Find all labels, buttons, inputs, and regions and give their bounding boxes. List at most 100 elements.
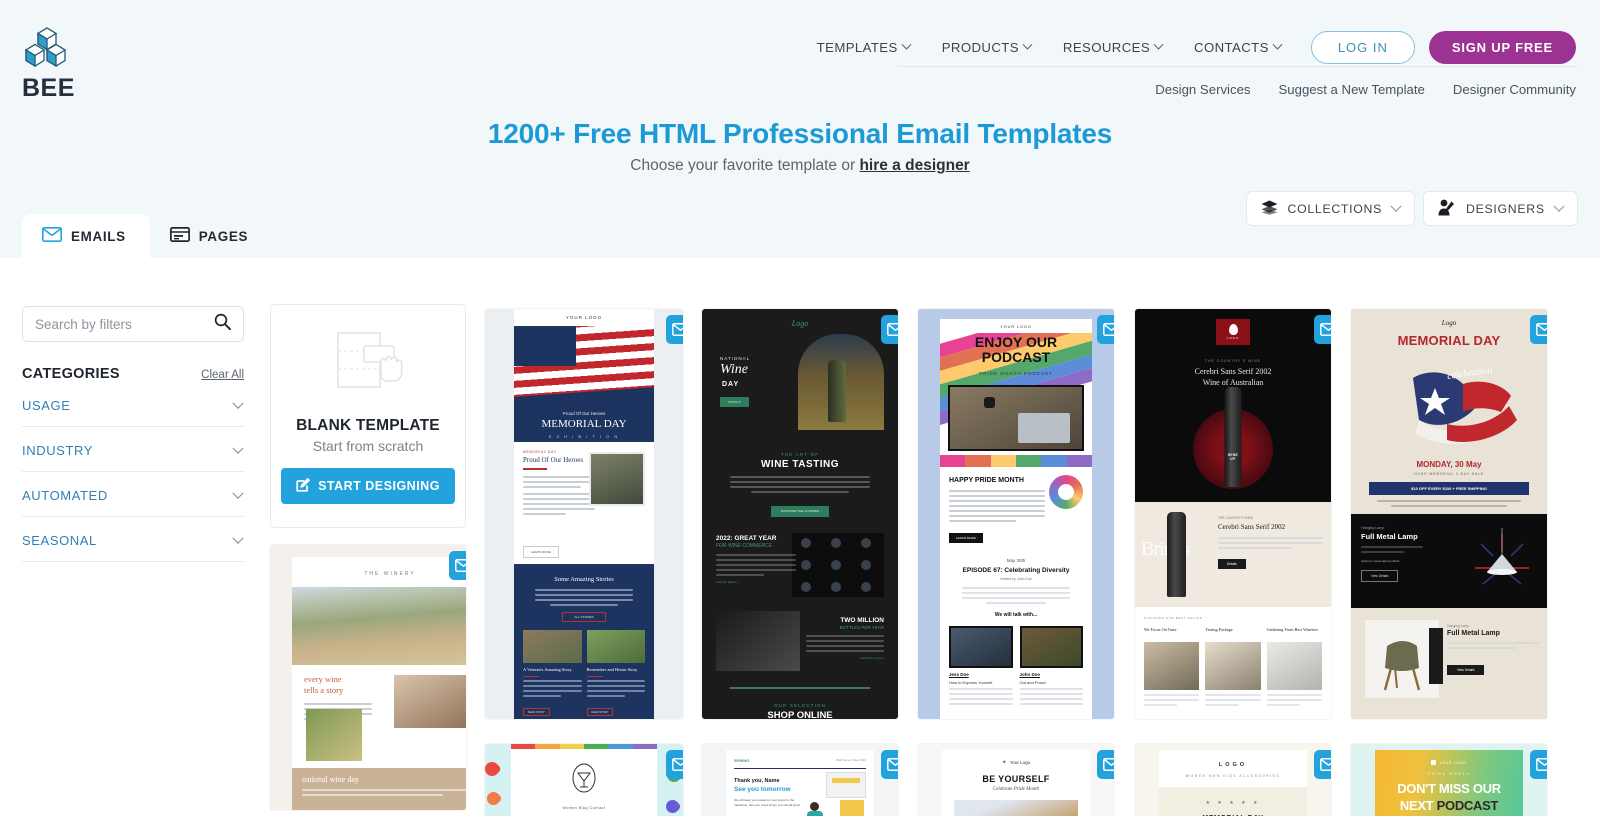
nextpodcast-kicker: PRIDE MONTH [1427, 772, 1471, 776]
email-type-badge[interactable] [881, 750, 898, 779]
start-designing-button[interactable]: START DESIGNING [281, 467, 455, 504]
memorial-story2-button[interactable]: READ STORY [586, 708, 614, 717]
header-divider [898, 66, 1578, 67]
nav-resources[interactable]: RESOURCES [1047, 34, 1178, 61]
template-card-cerebri-wine[interactable]: LOGO THE COUNTRY'S WINE Cerebri Sans Ser… [1135, 309, 1331, 719]
email-type-badge[interactable] [1530, 750, 1547, 779]
hearts-nav: Women Blog Contact [562, 806, 606, 810]
wine-hero-button[interactable]: TASTE IT [720, 397, 749, 407]
drag-drop-icon [331, 329, 405, 395]
nextpodcast-logo: YOUR LOGO [1439, 760, 1467, 765]
filter-seasonal[interactable]: SEASONAL [22, 517, 244, 562]
collections-label: COLLECTIONS [1287, 201, 1382, 216]
filter-automated[interactable]: AUTOMATED [22, 472, 244, 517]
wine-art-button[interactable]: DISCOVER THE COURSES [770, 505, 830, 517]
wine-year-link[interactable]: read the article » [716, 580, 796, 584]
filter-automated-label: AUTOMATED [22, 488, 108, 503]
chevron-down-icon [1553, 200, 1565, 212]
tab-pages-label: PAGES [198, 228, 249, 244]
cerebri-card1-image [1144, 642, 1200, 690]
cerebri-prod-kicker: THE COUNTRY'S WINE [1218, 516, 1253, 520]
store-nav: WOMEN MEN KIDS ACCESSORIES [1185, 774, 1281, 778]
cerebri-card3-image [1266, 642, 1322, 690]
wine-million-title: TWO MILLION [840, 617, 884, 624]
template-card-winery[interactable]: THE WINERY every wine tells a story nati… [270, 545, 466, 810]
link-designer-community[interactable]: Designer Community [1453, 82, 1576, 97]
winery-band: national wine day [292, 768, 466, 810]
brand-name: BEE [22, 74, 75, 102]
wine-script: Wine [720, 362, 748, 377]
nav-products[interactable]: PRODUCTS [926, 34, 1047, 61]
chevron-down-icon [1272, 39, 1283, 50]
template-card-pride-hearts[interactable]: Women Blog Contact [485, 744, 683, 816]
webinar-meta: R&D News | May 2022 [835, 758, 866, 762]
nav-templates-label: TEMPLATES [816, 40, 898, 55]
nav-templates[interactable]: TEMPLATES [801, 34, 926, 61]
cerebri-hero: LOGO THE COUNTRY'S WINE Cerebri Sans Ser… [1135, 309, 1331, 502]
lamp-sale-badge: $10 OFF EVERY $100 + FREE SHIPPING [1369, 482, 1529, 495]
podcast-guest1-sub: How to Express Yourself [949, 679, 993, 685]
search-filters-box[interactable] [22, 306, 244, 342]
lamp-hero: Logo MEMORIAL DAY celebration MONDAY, 30… [1351, 309, 1547, 514]
email-type-badge[interactable] [1530, 315, 1547, 344]
collections-dropdown[interactable]: COLLECTIONS [1245, 191, 1415, 226]
filter-industry[interactable]: INDUSTRY [22, 427, 244, 472]
cerebri-prod-button[interactable]: Details [1218, 558, 1246, 569]
blank-template-card[interactable]: BLANK TEMPLATE Start from scratch START … [270, 304, 466, 528]
search-input[interactable] [35, 316, 214, 332]
email-type-badge[interactable] [1314, 750, 1331, 779]
signup-button[interactable]: SIGN UP FREE [1428, 31, 1576, 64]
email-type-badge[interactable] [666, 750, 683, 779]
wine-year-image [792, 533, 884, 597]
email-type-badge[interactable] [666, 315, 683, 344]
memorial-story1-button[interactable]: READ STORY [523, 708, 550, 717]
page-title: 1200+ Free HTML Professional Email Templ… [487, 118, 1113, 149]
template-card-be-yourself[interactable]: ✦ Your Logo BE YOURSELF Celebrate Pride … [918, 744, 1114, 816]
clear-all-link[interactable]: Clear All [201, 369, 244, 381]
chevron-down-icon [901, 39, 912, 50]
memorial-story2-image [586, 630, 645, 663]
hire-designer-link[interactable]: hire a designer [859, 157, 969, 174]
template-card-pride-podcast[interactable]: YOUR LOGO ENJOY OUR PODCAST PRIDE MONTH … [918, 309, 1114, 719]
wine-million-link[interactable]: watch the movie » [806, 656, 884, 660]
filters-sidebar: CATEGORIES Clear All USAGE INDUSTRY AUTO… [22, 306, 244, 562]
link-design-services[interactable]: Design Services [1155, 82, 1250, 97]
beyourself-title: BE YOURSELF [982, 774, 1050, 784]
memorial-kicker: Proud Of Our Heroes [562, 411, 606, 416]
memorial-learn-more[interactable]: LEARN MORE [523, 546, 559, 558]
template-card-memorial-store[interactable]: LOGO WOMEN MEN KIDS ACCESSORIES ★ ★ ★ ★ … [1135, 744, 1331, 816]
email-type-badge[interactable] [1314, 315, 1331, 344]
email-type-badge[interactable] [449, 551, 466, 580]
beyourself-image [954, 800, 1078, 816]
login-button[interactable]: LOG IN [1310, 31, 1415, 64]
email-type-badge[interactable] [881, 315, 898, 344]
tab-pages[interactable]: PAGES [150, 214, 272, 260]
memorial-all-stories[interactable]: ALL STORIES [562, 612, 606, 622]
brand-logo[interactable]: BEE [22, 26, 92, 103]
wine-day: DAY [722, 381, 740, 388]
email-type-badge[interactable] [1097, 315, 1114, 344]
winery-band-title: national wine day [302, 775, 359, 784]
template-card-national-wine-day[interactable]: Logo NATIONAL Wine DAY TASTE IT THE ART … [702, 309, 898, 719]
tab-emails[interactable]: EMAILS [22, 214, 150, 260]
designers-dropdown[interactable]: DESIGNERS [1423, 191, 1578, 226]
link-suggest-template[interactable]: Suggest a New Template [1279, 82, 1425, 97]
lamp-prod2-button[interactable]: View Details [1447, 665, 1485, 675]
lamp-prod-button[interactable]: View Details [1361, 570, 1399, 582]
nav-contacts[interactable]: CONTACTS [1178, 34, 1297, 61]
template-card-memorial-exhibition[interactable]: YOUR LOGO Proud Of Our Heroes MEMORIAL D… [485, 309, 683, 719]
template-card-thank-you-webinar[interactable]: SPRING R&D News | May 2022 Thank you, Na… [702, 744, 898, 816]
podcast-pride-button[interactable]: LEARN MORE [949, 532, 983, 543]
search-icon[interactable] [214, 313, 231, 335]
memorial-story2-title: Remember and Honor Story [586, 667, 638, 672]
filter-usage[interactable]: USAGE [22, 382, 244, 427]
blank-template-title: BLANK TEMPLATE [296, 416, 440, 434]
wine-million-sub: BOTTLES PER YEAR [839, 625, 884, 630]
template-card-memorial-lamp[interactable]: Logo MEMORIAL DAY celebration MONDAY, 30… [1351, 309, 1547, 719]
podcast-logo: YOUR LOGO [1000, 324, 1032, 329]
template-card-next-podcast[interactable]: YOUR LOGO PRIDE MONTH DON'T MISS OUR NEX… [1351, 744, 1547, 816]
chevron-down-icon [1153, 39, 1164, 50]
filter-seasonal-label: SEASONAL [22, 533, 97, 548]
cerebri-kicker: THE COUNTRY'S WINE [1204, 359, 1262, 363]
email-type-badge[interactable] [1097, 750, 1114, 779]
